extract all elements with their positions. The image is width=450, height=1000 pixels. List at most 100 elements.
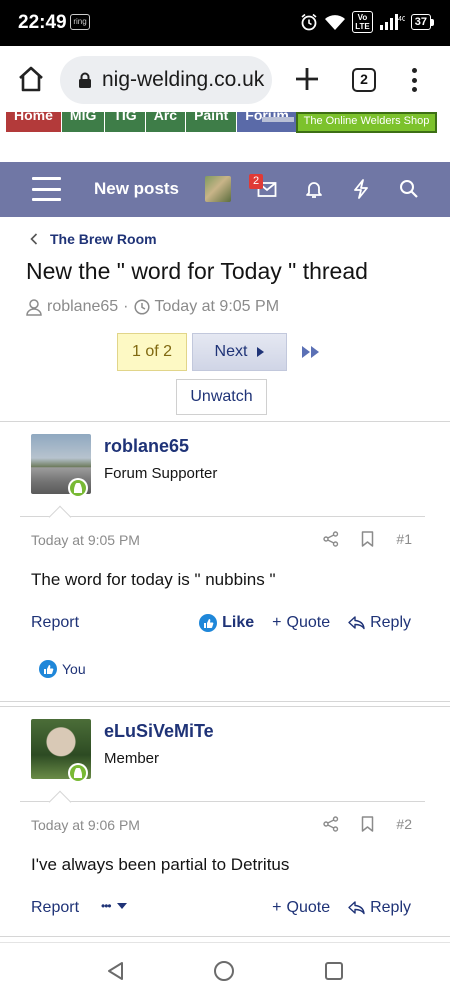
whats-new-bolt-icon[interactable] (352, 179, 370, 199)
status-icons: Vo LTE 4G 37 (300, 11, 434, 33)
next-label: Next (214, 343, 248, 360)
banner-nav: HomeMIGTIGArcPaintForum (6, 112, 298, 132)
banner-nav-item[interactable]: Home (6, 112, 62, 132)
lock-icon (79, 72, 91, 88)
site-banner: HomeMIGTIGArcPaintForum The Online Welde… (0, 112, 450, 162)
quote-label: Quote (286, 899, 331, 916)
signal-icon: 4G (379, 14, 405, 30)
thread-title: New the " word for Today " thread (26, 258, 368, 284)
volte-top-text: Vo (357, 13, 368, 22)
post-1-header-line (20, 516, 425, 517)
post-1-date[interactable]: Today at 9:05 PM (31, 532, 140, 548)
post-2-header-line (20, 801, 425, 802)
more-options-button[interactable]: ••• (101, 899, 127, 913)
reply-button[interactable]: Reply (348, 614, 411, 632)
hamburger-menu-icon[interactable] (32, 177, 61, 201)
last-page-icon[interactable] (302, 346, 320, 358)
plus-icon: + (272, 614, 282, 631)
browser-toolbar: nig-welding.co.uk 2 (0, 46, 450, 112)
share-icon[interactable] (323, 531, 339, 547)
ring-app-icon: ring (70, 14, 90, 30)
home-circle-icon[interactable] (214, 961, 234, 981)
post-2-arrow (48, 790, 72, 814)
volte-icon: Vo LTE (352, 11, 373, 33)
triangle-right-icon (257, 347, 265, 357)
chevron-left-icon (30, 233, 38, 245)
post-divider (0, 706, 450, 707)
bookmark-icon[interactable] (361, 816, 374, 832)
new-posts-link[interactable]: New posts (94, 179, 179, 199)
status-bar: 22:49 ring Vo LTE 4G 37 (0, 0, 450, 46)
online-status-icon (68, 478, 88, 498)
post-1-body: The word for today is " nubbins " (31, 570, 276, 589)
user-icon (26, 298, 42, 316)
home-icon[interactable] (16, 64, 46, 94)
bookmark-icon[interactable] (361, 531, 374, 547)
alarm-icon (301, 13, 317, 31)
post-1-user-title: Forum Supporter (104, 465, 218, 482)
quote-button[interactable]: + Quote (272, 614, 330, 632)
like-button[interactable]: Like (199, 614, 254, 632)
like-label: Like (222, 614, 255, 631)
banner-nav-item[interactable]: TIG (105, 112, 146, 132)
network-type: 4G (398, 16, 405, 23)
post-2-user-title: Member (104, 750, 160, 767)
page-selector[interactable]: 1 of 2 (117, 333, 187, 371)
tab-switcher-button[interactable]: 2 (352, 68, 376, 92)
breadcrumb[interactable]: The Brew Room (30, 231, 157, 247)
next-page-button[interactable]: Next (192, 333, 287, 371)
clock-icon (133, 299, 150, 315)
banner-nav-item[interactable]: Arc (145, 112, 187, 132)
account-avatar[interactable] (205, 176, 231, 202)
reactions-bar[interactable]: You (39, 660, 86, 678)
post-divider (0, 701, 450, 702)
post-1-number[interactable]: #1 (396, 531, 412, 547)
reply-arrow-icon (348, 901, 365, 915)
reaction-text: You (62, 661, 86, 677)
address-bar[interactable]: nig-welding.co.uk (60, 56, 272, 104)
new-tab-icon[interactable] (294, 66, 320, 92)
caret-down-icon (116, 903, 127, 909)
reply-button[interactable]: Reply (348, 899, 411, 917)
breadcrumb-link[interactable]: The Brew Room (50, 231, 157, 247)
wifi-icon (325, 15, 346, 30)
divider (0, 421, 450, 422)
thread-author[interactable]: roblane65 (47, 298, 118, 316)
inbox-badge: 2 (249, 174, 263, 189)
post-2-body: I've always been partial to Detritus (31, 855, 290, 874)
bell-icon[interactable] (304, 179, 324, 199)
share-icon[interactable] (323, 816, 339, 832)
more-dots: ••• (101, 899, 112, 913)
battery-icon: 37 (410, 14, 434, 30)
thread-meta: roblane65 · Today at 9:05 PM (26, 298, 279, 316)
reply-label: Reply (370, 614, 411, 631)
banner-nav-item[interactable]: Forum (237, 112, 298, 132)
recents-icon[interactable] (325, 962, 343, 980)
meta-separator: · (123, 298, 129, 315)
forum-navbar: New posts 2 (0, 162, 450, 217)
report-link[interactable]: Report (31, 899, 79, 917)
thumbs-up-icon (199, 614, 218, 632)
report-link[interactable]: Report (31, 614, 79, 632)
quote-button[interactable]: + Quote (272, 899, 330, 917)
thumbs-up-icon (39, 660, 57, 678)
browser-menu-icon[interactable] (406, 66, 422, 94)
online-shop-link[interactable]: The Online Welders Shop (296, 112, 437, 133)
post-2-username[interactable]: eLuSiVeMiTe (104, 721, 214, 742)
banner-nav-item[interactable]: Paint (186, 112, 238, 132)
post-2-top-actions: #2 (323, 816, 412, 832)
banner-divider (262, 117, 294, 122)
back-icon[interactable] (106, 961, 126, 981)
post-1-top-actions: #1 (323, 531, 412, 547)
post-1-username[interactable]: roblane65 (104, 436, 189, 457)
banner-nav-item[interactable]: MIG (61, 112, 106, 132)
search-icon[interactable] (399, 179, 419, 199)
reply-label: Reply (370, 899, 411, 916)
reply-arrow-icon (348, 616, 365, 630)
volte-bottom-text: LTE (355, 22, 370, 31)
post-2-number[interactable]: #2 (396, 816, 412, 832)
thread-date[interactable]: Today at 9:05 PM (155, 298, 280, 316)
post-2-date[interactable]: Today at 9:06 PM (31, 817, 140, 833)
post-divider (0, 936, 450, 937)
unwatch-button[interactable]: Unwatch (176, 379, 267, 415)
